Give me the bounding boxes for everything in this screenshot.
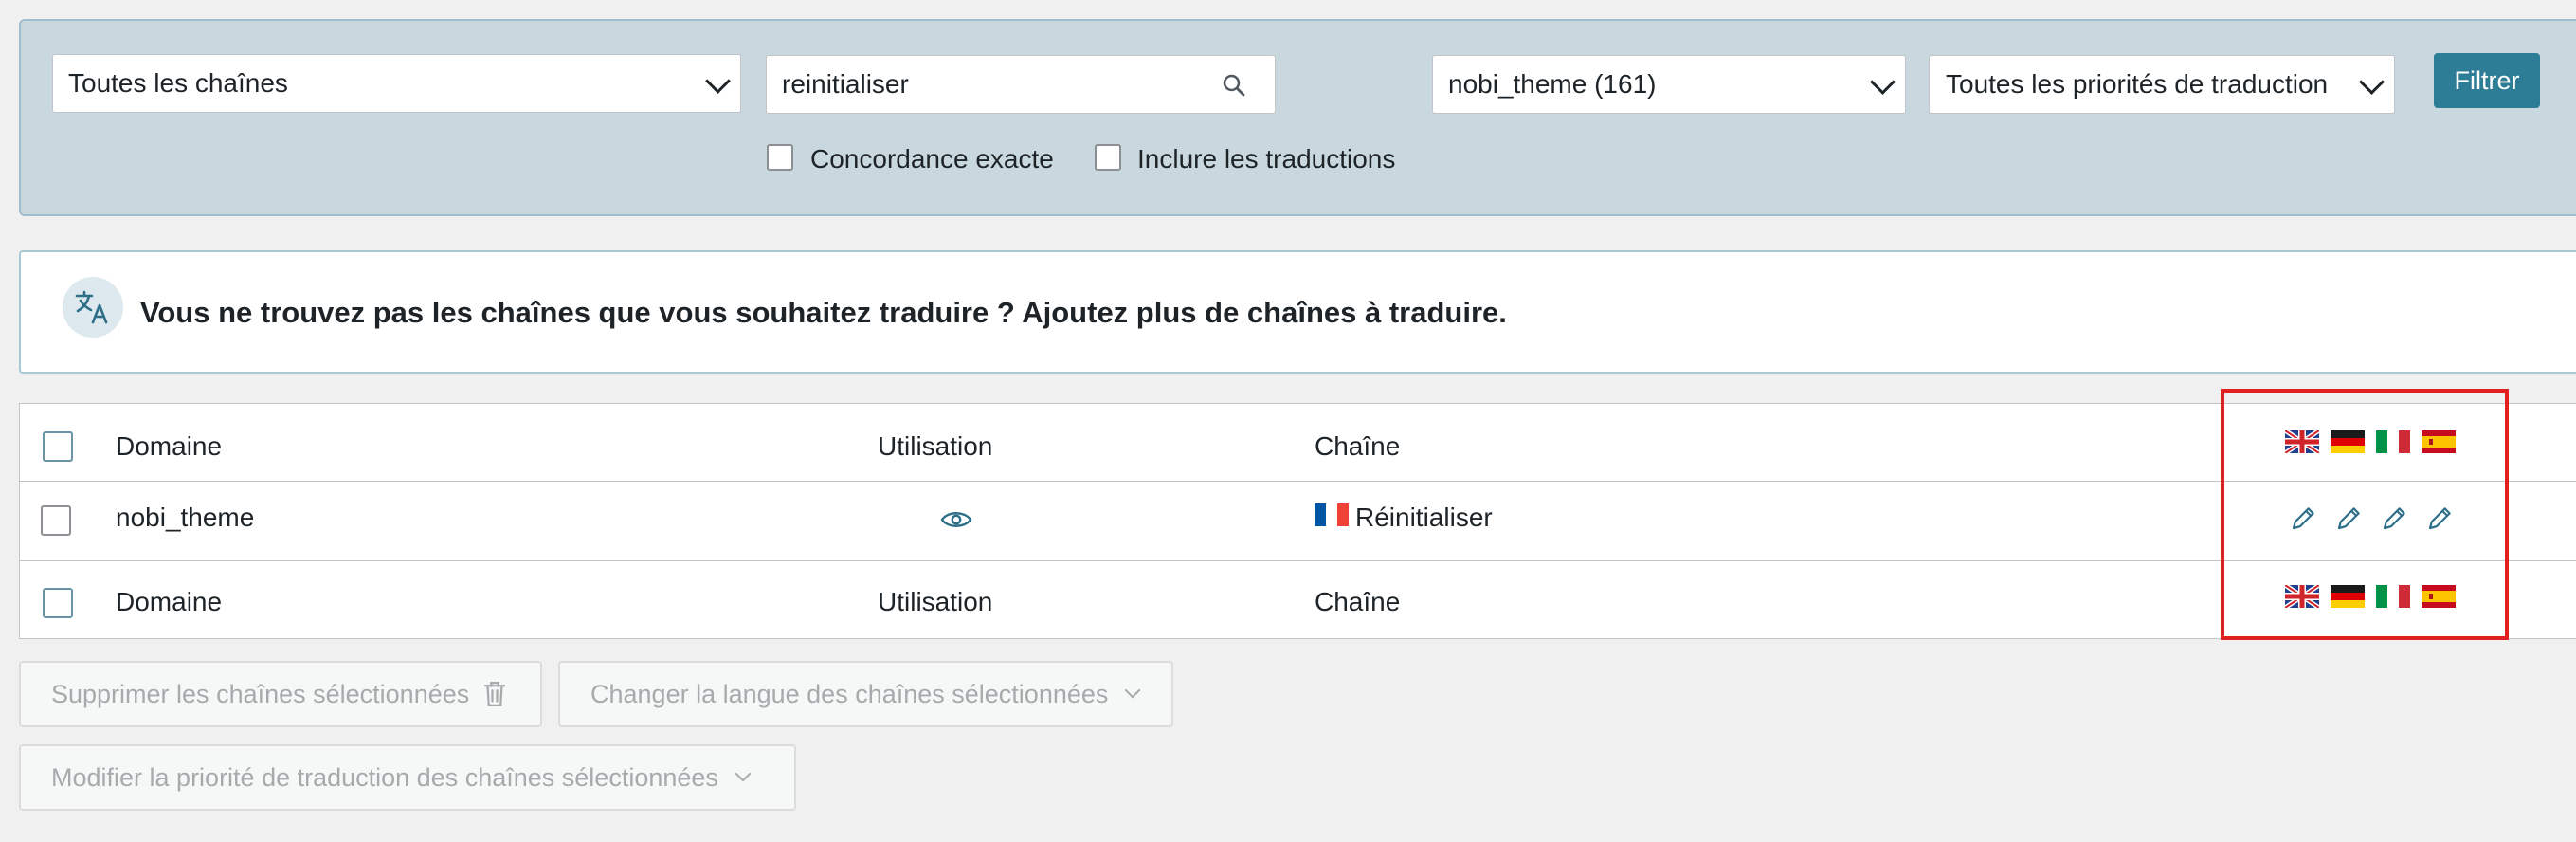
change-priority-label: Modifier la priorité de traduction des c…	[51, 762, 718, 792]
domain-select[interactable]: nobi_theme (161)	[1432, 55, 1906, 114]
eye-icon[interactable]	[939, 507, 973, 532]
chevron-down-icon	[1870, 69, 1896, 95]
table-header-bottom: Domaine Utilisation Chaîne	[20, 560, 2576, 639]
table-row: nobi_theme Réinitialiser	[20, 481, 2576, 561]
row-domain: nobi_theme	[116, 503, 255, 532]
delete-selected-button[interactable]: Supprimer les chaînes sélectionnées	[19, 661, 542, 727]
search-icon[interactable]	[1220, 71, 1248, 100]
domain-select-label: nobi_theme (161)	[1448, 69, 1657, 99]
priority-select[interactable]: Toutes les priorités de traduction	[1929, 55, 2395, 114]
table-header-top: Domaine Utilisation Chaîne	[20, 404, 2576, 482]
include-translations-label: Inclure les traductions	[1137, 144, 1396, 174]
highlight-box	[2221, 389, 2509, 640]
search-input-value: reinitialiser	[782, 69, 909, 99]
chevron-down-icon	[735, 765, 752, 782]
strings-table: Domaine Utilisation Chaîne nobi_theme Ré…	[19, 403, 2576, 639]
change-priority-button[interactable]: Modifier la priorité de traduction des c…	[19, 744, 796, 811]
row-checkbox[interactable]	[41, 505, 71, 536]
column-domain[interactable]: Domaine	[116, 587, 222, 617]
exact-match-label: Concordance exacte	[810, 144, 1054, 174]
translate-icon-wrapper	[63, 277, 123, 338]
trash-icon	[484, 682, 506, 706]
row-string: Réinitialiser	[1355, 503, 1493, 532]
column-domain[interactable]: Domaine	[116, 431, 222, 462]
filter-button[interactable]: Filtrer	[2434, 53, 2540, 108]
priority-select-label: Toutes les priorités de traduction	[1946, 69, 2329, 99]
chevron-down-icon	[705, 68, 731, 94]
column-string[interactable]: Chaîne	[1315, 431, 1400, 462]
all-strings-select[interactable]: Toutes les chaînes	[52, 54, 741, 113]
column-usage: Utilisation	[878, 431, 993, 461]
include-translations-checkbox[interactable]	[1095, 144, 1121, 171]
column-usage: Utilisation	[878, 587, 993, 616]
notice-banner: Vous ne trouvez pas les chaînes que vous…	[19, 250, 2576, 374]
delete-selected-label: Supprimer les chaînes sélectionnées	[51, 679, 470, 708]
column-string[interactable]: Chaîne	[1315, 587, 1400, 617]
translate-icon	[75, 290, 108, 324]
change-language-label: Changer la langue des chaînes sélectionn…	[590, 679, 1109, 708]
select-all-checkbox[interactable]	[43, 431, 73, 462]
change-language-button[interactable]: Changer la langue des chaînes sélectionn…	[558, 661, 1173, 727]
exact-match-checkbox[interactable]	[767, 144, 793, 171]
chevron-down-icon	[1124, 682, 1141, 699]
all-strings-select-label: Toutes les chaînes	[68, 68, 288, 98]
select-all-checkbox[interactable]	[43, 588, 73, 618]
filter-panel	[19, 19, 2576, 216]
search-input[interactable]: reinitialiser	[766, 55, 1276, 114]
flag-fr-icon	[1315, 503, 1349, 526]
notice-message: Vous ne trouvez pas les chaînes que vous…	[140, 296, 1507, 329]
